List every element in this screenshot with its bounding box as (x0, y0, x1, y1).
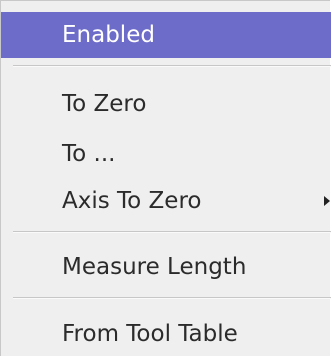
menu-item-label: From Tool Table (62, 321, 238, 347)
menu-separator (13, 297, 331, 299)
menu-item-axis-to-zero[interactable]: Axis To Zero (1, 178, 331, 224)
submenu-arrow-icon (324, 196, 330, 206)
menu-item-to-ellipsis[interactable]: To ... (1, 131, 331, 177)
menu-item-label: Axis To Zero (62, 188, 202, 214)
menu-item-label: To ... (62, 141, 116, 167)
context-menu: Enabled To Zero To ... Axis To Zero Meas… (0, 0, 331, 357)
menu-item-from-tool-table[interactable]: From Tool Table (1, 311, 331, 357)
menu-item-label: To Zero (62, 91, 147, 117)
menu-separator (13, 231, 331, 233)
menu-item-label: Measure Length (62, 254, 247, 280)
menu-item-measure-length[interactable]: Measure Length (1, 244, 331, 290)
menu-separator (13, 65, 331, 67)
menu-item-label: Enabled (62, 22, 155, 48)
menu-item-enabled[interactable]: Enabled (1, 12, 331, 58)
menu-item-to-zero[interactable]: To Zero (1, 81, 331, 127)
